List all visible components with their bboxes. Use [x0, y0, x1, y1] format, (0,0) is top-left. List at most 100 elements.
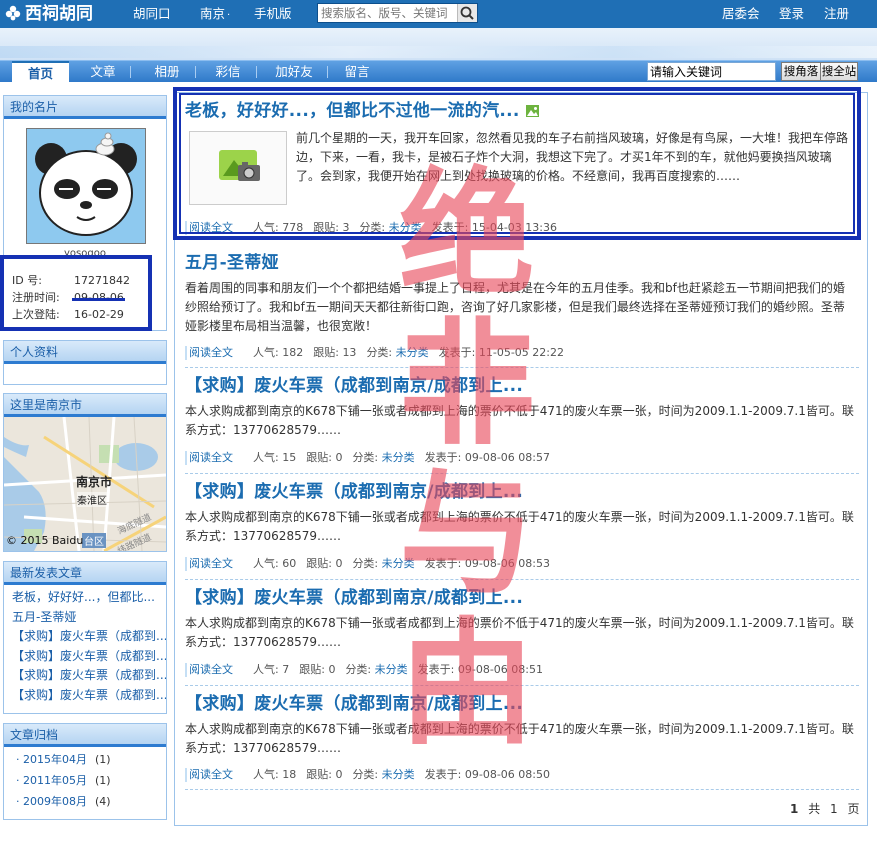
archive-title: 文章归档: [4, 724, 166, 745]
archive-count: (1): [95, 774, 111, 787]
panda-avatar-icon: [27, 129, 145, 243]
read-more-link[interactable]: 阅读全文: [185, 451, 235, 465]
tab-mms[interactable]: 彩信: [205, 61, 251, 83]
site-search: [317, 3, 478, 23]
post-summary: 本人求购成都到南京的K678下铺一张或者成都到上海的票价不低于471的废火车票一…: [185, 722, 854, 755]
post-item: 【求购】废火车票（成都到南京/成都到上... 本人求购成都到南京的K678下铺一…: [185, 692, 859, 790]
city-label: 南京: [200, 6, 226, 21]
category-link[interactable]: 未分类: [382, 451, 415, 464]
map-city-label: 南京市: [76, 475, 113, 489]
latest-post-link[interactable]: 【求购】废火车票（成都到...: [4, 627, 166, 647]
post-title[interactable]: 【求购】废火车票（成都到南京/成都到上...: [185, 480, 859, 504]
views-count: 182: [282, 346, 304, 359]
replies-count: 13: [342, 346, 357, 359]
archive-item[interactable]: · 2015年04月 (1): [4, 749, 166, 770]
latest-post-link[interactable]: 【求购】废火车票（成都到...: [4, 666, 166, 686]
read-more-link[interactable]: 阅读全文: [185, 768, 235, 782]
post-item: 五月-圣蒂娅 看着周围的同事和朋友们一个个都把结婚一事提上了日程，尤其是在今年的…: [185, 251, 859, 368]
post-meta: 阅读全文 人气: 60 跟贴: 0 分类: 未分类 发表于: 09-08-06 08:5…: [185, 557, 560, 571]
read-more-link[interactable]: 阅读全文: [185, 663, 235, 677]
post-title[interactable]: 【求购】废火车票（成都到南京/成都到上...: [185, 586, 859, 610]
post-meta: 阅读全文 人气: 15 跟贴: 0 分类: 未分类 发表于: 09-08-06 08:5…: [185, 451, 560, 465]
logo-text: 西祠胡同: [25, 4, 93, 24]
top-bar: 西祠胡同 胡同口 南京· 手机版 居委会 登录 注册: [0, 0, 877, 28]
link-mobile[interactable]: 手机版: [254, 6, 292, 22]
category-link[interactable]: 未分类: [382, 557, 415, 570]
post-title[interactable]: 五月-圣蒂娅: [185, 251, 859, 275]
total-pages: 1: [830, 802, 838, 816]
latest-post-link[interactable]: 五月-圣蒂娅: [4, 608, 166, 628]
latest-post-link[interactable]: 【求购】废火车票（成都到...: [4, 686, 166, 706]
link-hutongkou[interactable]: 胡同口: [133, 6, 171, 22]
search-all-button[interactable]: 搜全站: [820, 62, 858, 81]
pagination: 1 共 1 页: [790, 802, 860, 816]
latest-posts-list: 老板，好好好...，但都比... 五月-圣蒂娅 【求购】废火车票（成都到... …: [4, 583, 166, 705]
post-summary: 本人求购成都到南京的K678下铺一张或者成都到上海的票价不低于471的废火车票一…: [185, 510, 854, 543]
city-selector[interactable]: 南京 ·: [200, 6, 230, 24]
archive-item[interactable]: · 2009年08月 (4): [4, 791, 166, 812]
replies-count: 0: [335, 768, 343, 781]
post-meta: 阅读全文 人气: 182 跟贴: 13 分类: 未分类 发表于: 11-05-05 22…: [185, 346, 574, 360]
archive-month: 2015年04月: [23, 753, 87, 766]
post-date: 09-08-06 08:57: [464, 451, 551, 464]
post-date: 09-08-06 08:53: [464, 557, 551, 570]
tab-home[interactable]: 首页: [12, 61, 69, 83]
latest-posts-title: 最新发表文章: [4, 562, 166, 583]
map-tag-label: 台区: [82, 533, 106, 548]
archive-count: (1): [95, 753, 111, 766]
post-item: 【求购】废火车票（成都到南京/成都到上... 本人求购成都到南京的K678下铺一…: [185, 586, 859, 686]
register-link[interactable]: 注册: [824, 6, 849, 22]
tab-guestbook[interactable]: 留言: [334, 61, 380, 83]
city-map[interactable]: 南京市 秦淮区 海底隧道 纬路隧道 台区 © 2015 Baidu: [4, 417, 166, 551]
profile-title[interactable]: 个人资料: [4, 341, 166, 362]
views-count: 7: [282, 663, 290, 676]
my-card-title: 我的名片: [4, 96, 166, 117]
search-icon: [460, 6, 474, 20]
latest-posts-box: 最新发表文章 老板，好好好...，但都比... 五月-圣蒂娅 【求购】废火车票（…: [3, 561, 167, 714]
post-date: 11-05-05 22:22: [478, 346, 565, 359]
logo-flower-icon: [5, 5, 21, 21]
link-juweihui[interactable]: 居委会: [722, 6, 760, 22]
search-input[interactable]: [318, 4, 457, 22]
archive-item[interactable]: · 2011年05月 (1): [4, 770, 166, 791]
post-item: 【求购】废火车票（成都到南京/成都到上... 本人求购成都到南京的K678下铺一…: [185, 480, 859, 580]
search-button[interactable]: [457, 4, 477, 22]
views-count: 18: [282, 768, 297, 781]
post-title[interactable]: 【求购】废火车票（成都到南京/成都到上...: [185, 374, 859, 398]
category-link[interactable]: 未分类: [396, 346, 429, 359]
map-title: 这里是南京市: [4, 394, 166, 415]
current-page[interactable]: 1: [790, 802, 798, 816]
replies-count: 0: [328, 663, 336, 676]
views-count: 15: [282, 451, 297, 464]
tab-add-friend[interactable]: 加好友: [266, 61, 322, 83]
read-more-link[interactable]: 阅读全文: [185, 557, 235, 571]
post-date: 09-08-06 08:51: [457, 663, 544, 676]
profile-box: 个人资料: [3, 340, 167, 385]
login-link[interactable]: 登录: [779, 6, 804, 22]
blog-banner: [0, 28, 877, 60]
views-count: 60: [282, 557, 297, 570]
search-angle-button[interactable]: 搜角落: [781, 62, 821, 81]
post-meta: 阅读全文 人气: 18 跟贴: 0 分类: 未分类 发表于: 09-08-06 08:5…: [185, 768, 560, 782]
archive-month: 2009年08月: [23, 795, 87, 808]
chevron-down-icon: ·: [227, 10, 231, 21]
read-more-link[interactable]: 阅读全文: [185, 346, 235, 360]
latest-post-link[interactable]: 老板，好好好...，但都比...: [4, 588, 166, 608]
post-summary: 本人求购成都到南京的K678下铺一张或者成都到上海的票价不低于471的废火车票一…: [185, 616, 854, 649]
replies-count: 0: [335, 557, 343, 570]
tab-articles[interactable]: 文章: [80, 61, 126, 83]
post-date: 09-08-06 08:50: [464, 768, 551, 781]
map-district-label: 秦淮区: [77, 492, 107, 507]
latest-post-link[interactable]: 【求购】废火车票（成都到...: [4, 647, 166, 667]
archive-box: 文章归档 · 2015年04月 (1) · 2011年05月 (1) · 2009年…: [3, 723, 167, 820]
keyword-input[interactable]: [647, 62, 776, 81]
post-summary: 本人求购成都到南京的K678下铺一张或者成都到上海的票价不低于471的废火车票一…: [185, 404, 854, 437]
avatar[interactable]: [26, 128, 146, 244]
category-link[interactable]: 未分类: [375, 663, 408, 676]
archive-list: · 2015年04月 (1) · 2011年05月 (1) · 2009年08月 (4…: [4, 745, 166, 812]
site-logo[interactable]: 西祠胡同: [4, 3, 114, 25]
tab-album[interactable]: 相册: [144, 61, 190, 83]
post-title[interactable]: 【求购】废火车票（成都到南京/成都到上...: [185, 692, 859, 716]
category-link[interactable]: 未分类: [382, 768, 415, 781]
post-item: 【求购】废火车票（成都到南京/成都到上... 本人求购成都到南京的K678下铺一…: [185, 374, 859, 474]
